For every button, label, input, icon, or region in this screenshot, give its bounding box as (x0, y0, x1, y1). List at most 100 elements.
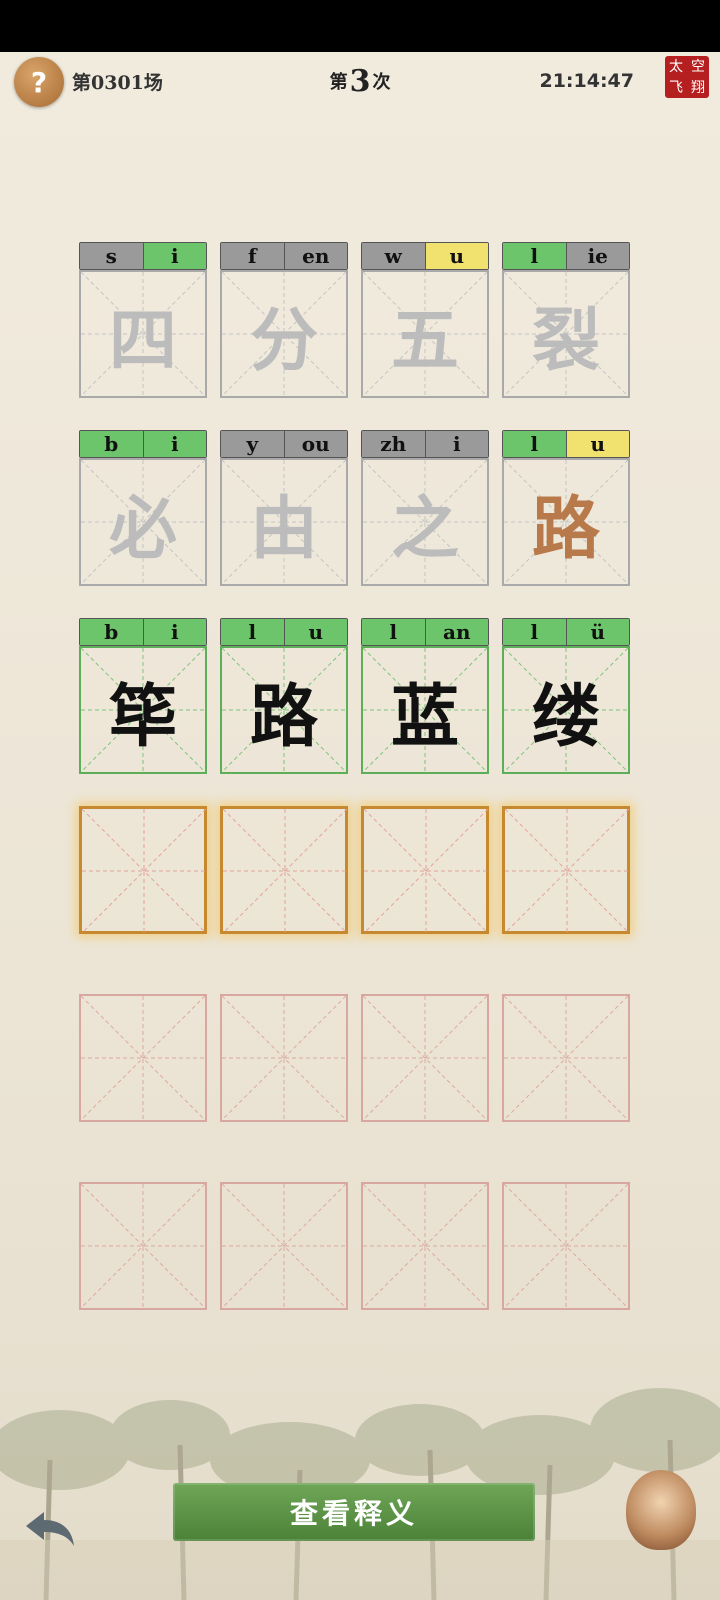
pinyin-final: i (142, 431, 206, 457)
guess-row (79, 806, 641, 994)
grid-guides (363, 996, 487, 1120)
pinyin-final: i (142, 243, 206, 269)
character-box: 路 (502, 458, 630, 586)
pinyin-initial: l (503, 431, 566, 457)
grid-guides (222, 1184, 346, 1308)
grid-guides (81, 1184, 205, 1308)
pinyin-initial: l (503, 243, 566, 269)
character-box: 路 (220, 646, 348, 774)
pinyin-initial: zh (362, 431, 425, 457)
pinyin-bar: zh i (361, 430, 489, 458)
pinyin-final: ü (565, 619, 629, 645)
pinyin-final: u (565, 431, 629, 457)
character: 路 (531, 488, 600, 569)
guess-row: b i 必 y ou 由 zh i 之 l u 路 (79, 430, 641, 618)
seal-char: 太 (669, 58, 683, 75)
seal-char: 翔 (691, 79, 705, 96)
character-box: 缕 (502, 646, 630, 774)
pinyin-initial: w (362, 243, 425, 269)
pinyin-final: i (424, 431, 488, 457)
grid-guides (505, 809, 629, 933)
grid-guides (223, 809, 347, 933)
character-box (502, 1182, 630, 1310)
grid-guides (222, 996, 346, 1120)
grid-guides (82, 809, 206, 933)
pinyin-bar: w u (361, 242, 489, 270)
landscape-illustration (0, 1388, 720, 1600)
seal-char: 空 (691, 58, 705, 75)
pinyin-bar: l ie (502, 242, 630, 270)
character: 四 (108, 300, 177, 381)
pinyin-final: i (142, 619, 206, 645)
pinyin-initial: b (80, 619, 143, 645)
character: 必 (108, 488, 177, 569)
status-bar (0, 0, 720, 52)
character-box: 筚 (79, 646, 207, 774)
pinyin-bar: l an (361, 618, 489, 646)
sage-avatar[interactable] (626, 1470, 696, 1550)
character-box (502, 994, 630, 1122)
pinyin-final: en (283, 243, 347, 269)
pinyin-bar: l ü (502, 618, 630, 646)
character-box[interactable] (220, 806, 348, 934)
character-box: 必 (79, 458, 207, 586)
character-box: 裂 (502, 270, 630, 398)
back-arrow-icon[interactable] (22, 1506, 78, 1550)
character-box (361, 1182, 489, 1310)
seal-char: 飞 (669, 79, 683, 96)
pinyin-bar: b i (79, 430, 207, 458)
pinyin-final: ou (283, 431, 347, 457)
pinyin-bar: y ou (220, 430, 348, 458)
character: 之 (390, 488, 459, 569)
clock: 21:14:47 (539, 70, 634, 92)
pinyin-initial: s (80, 243, 143, 269)
pinyin-initial: l (503, 619, 566, 645)
guess-row: b i 筚 l u 路 l an 蓝 l ü 缕 (79, 618, 641, 806)
character-box: 由 (220, 458, 348, 586)
character-box (79, 994, 207, 1122)
character-box[interactable] (502, 806, 630, 934)
character-box: 分 (220, 270, 348, 398)
pinyin-bar: f en (220, 242, 348, 270)
character: 路 (249, 676, 318, 757)
pinyin-final: u (283, 619, 347, 645)
pinyin-bar: b i (79, 618, 207, 646)
character-box[interactable] (361, 806, 489, 934)
character-box: 四 (79, 270, 207, 398)
pinyin-initial: l (221, 619, 284, 645)
grid-guides (504, 1184, 628, 1308)
pinyin-initial: f (221, 243, 284, 269)
character: 分 (249, 300, 318, 381)
attempt-prefix: 第 (329, 72, 348, 93)
character: 蓝 (390, 676, 459, 757)
character-box: 之 (361, 458, 489, 586)
view-meaning-button[interactable]: 查看释义 (173, 1483, 535, 1541)
pinyin-final: an (424, 619, 488, 645)
grid-guides (81, 996, 205, 1120)
character-box (220, 994, 348, 1122)
seal-logo: 太 空 飞 翔 (665, 56, 709, 98)
attempt-number: 3 (349, 64, 371, 99)
grid-guides (364, 809, 488, 933)
pinyin-initial: l (362, 619, 425, 645)
guess-grid: s i 四 f en 分 w u 五 l ie 裂 b i 必 y ou 由 z… (79, 242, 641, 1370)
character-box[interactable] (79, 806, 207, 934)
character-box (361, 994, 489, 1122)
grid-guides (504, 996, 628, 1120)
character-box (220, 1182, 348, 1310)
character: 由 (249, 488, 318, 569)
guess-row (79, 994, 641, 1182)
character-box (79, 1182, 207, 1310)
pinyin-bar: l u (502, 430, 630, 458)
guess-row: s i 四 f en 分 w u 五 l ie 裂 (79, 242, 641, 430)
character: 缕 (531, 676, 600, 757)
pinyin-final: u (424, 243, 488, 269)
attempt-suffix: 次 (372, 72, 391, 93)
pinyin-initial: y (221, 431, 284, 457)
character-box: 蓝 (361, 646, 489, 774)
character: 裂 (531, 300, 600, 381)
guess-row (79, 1182, 641, 1370)
pinyin-bar: s i (79, 242, 207, 270)
character: 筚 (108, 676, 177, 757)
character: 五 (390, 300, 459, 381)
